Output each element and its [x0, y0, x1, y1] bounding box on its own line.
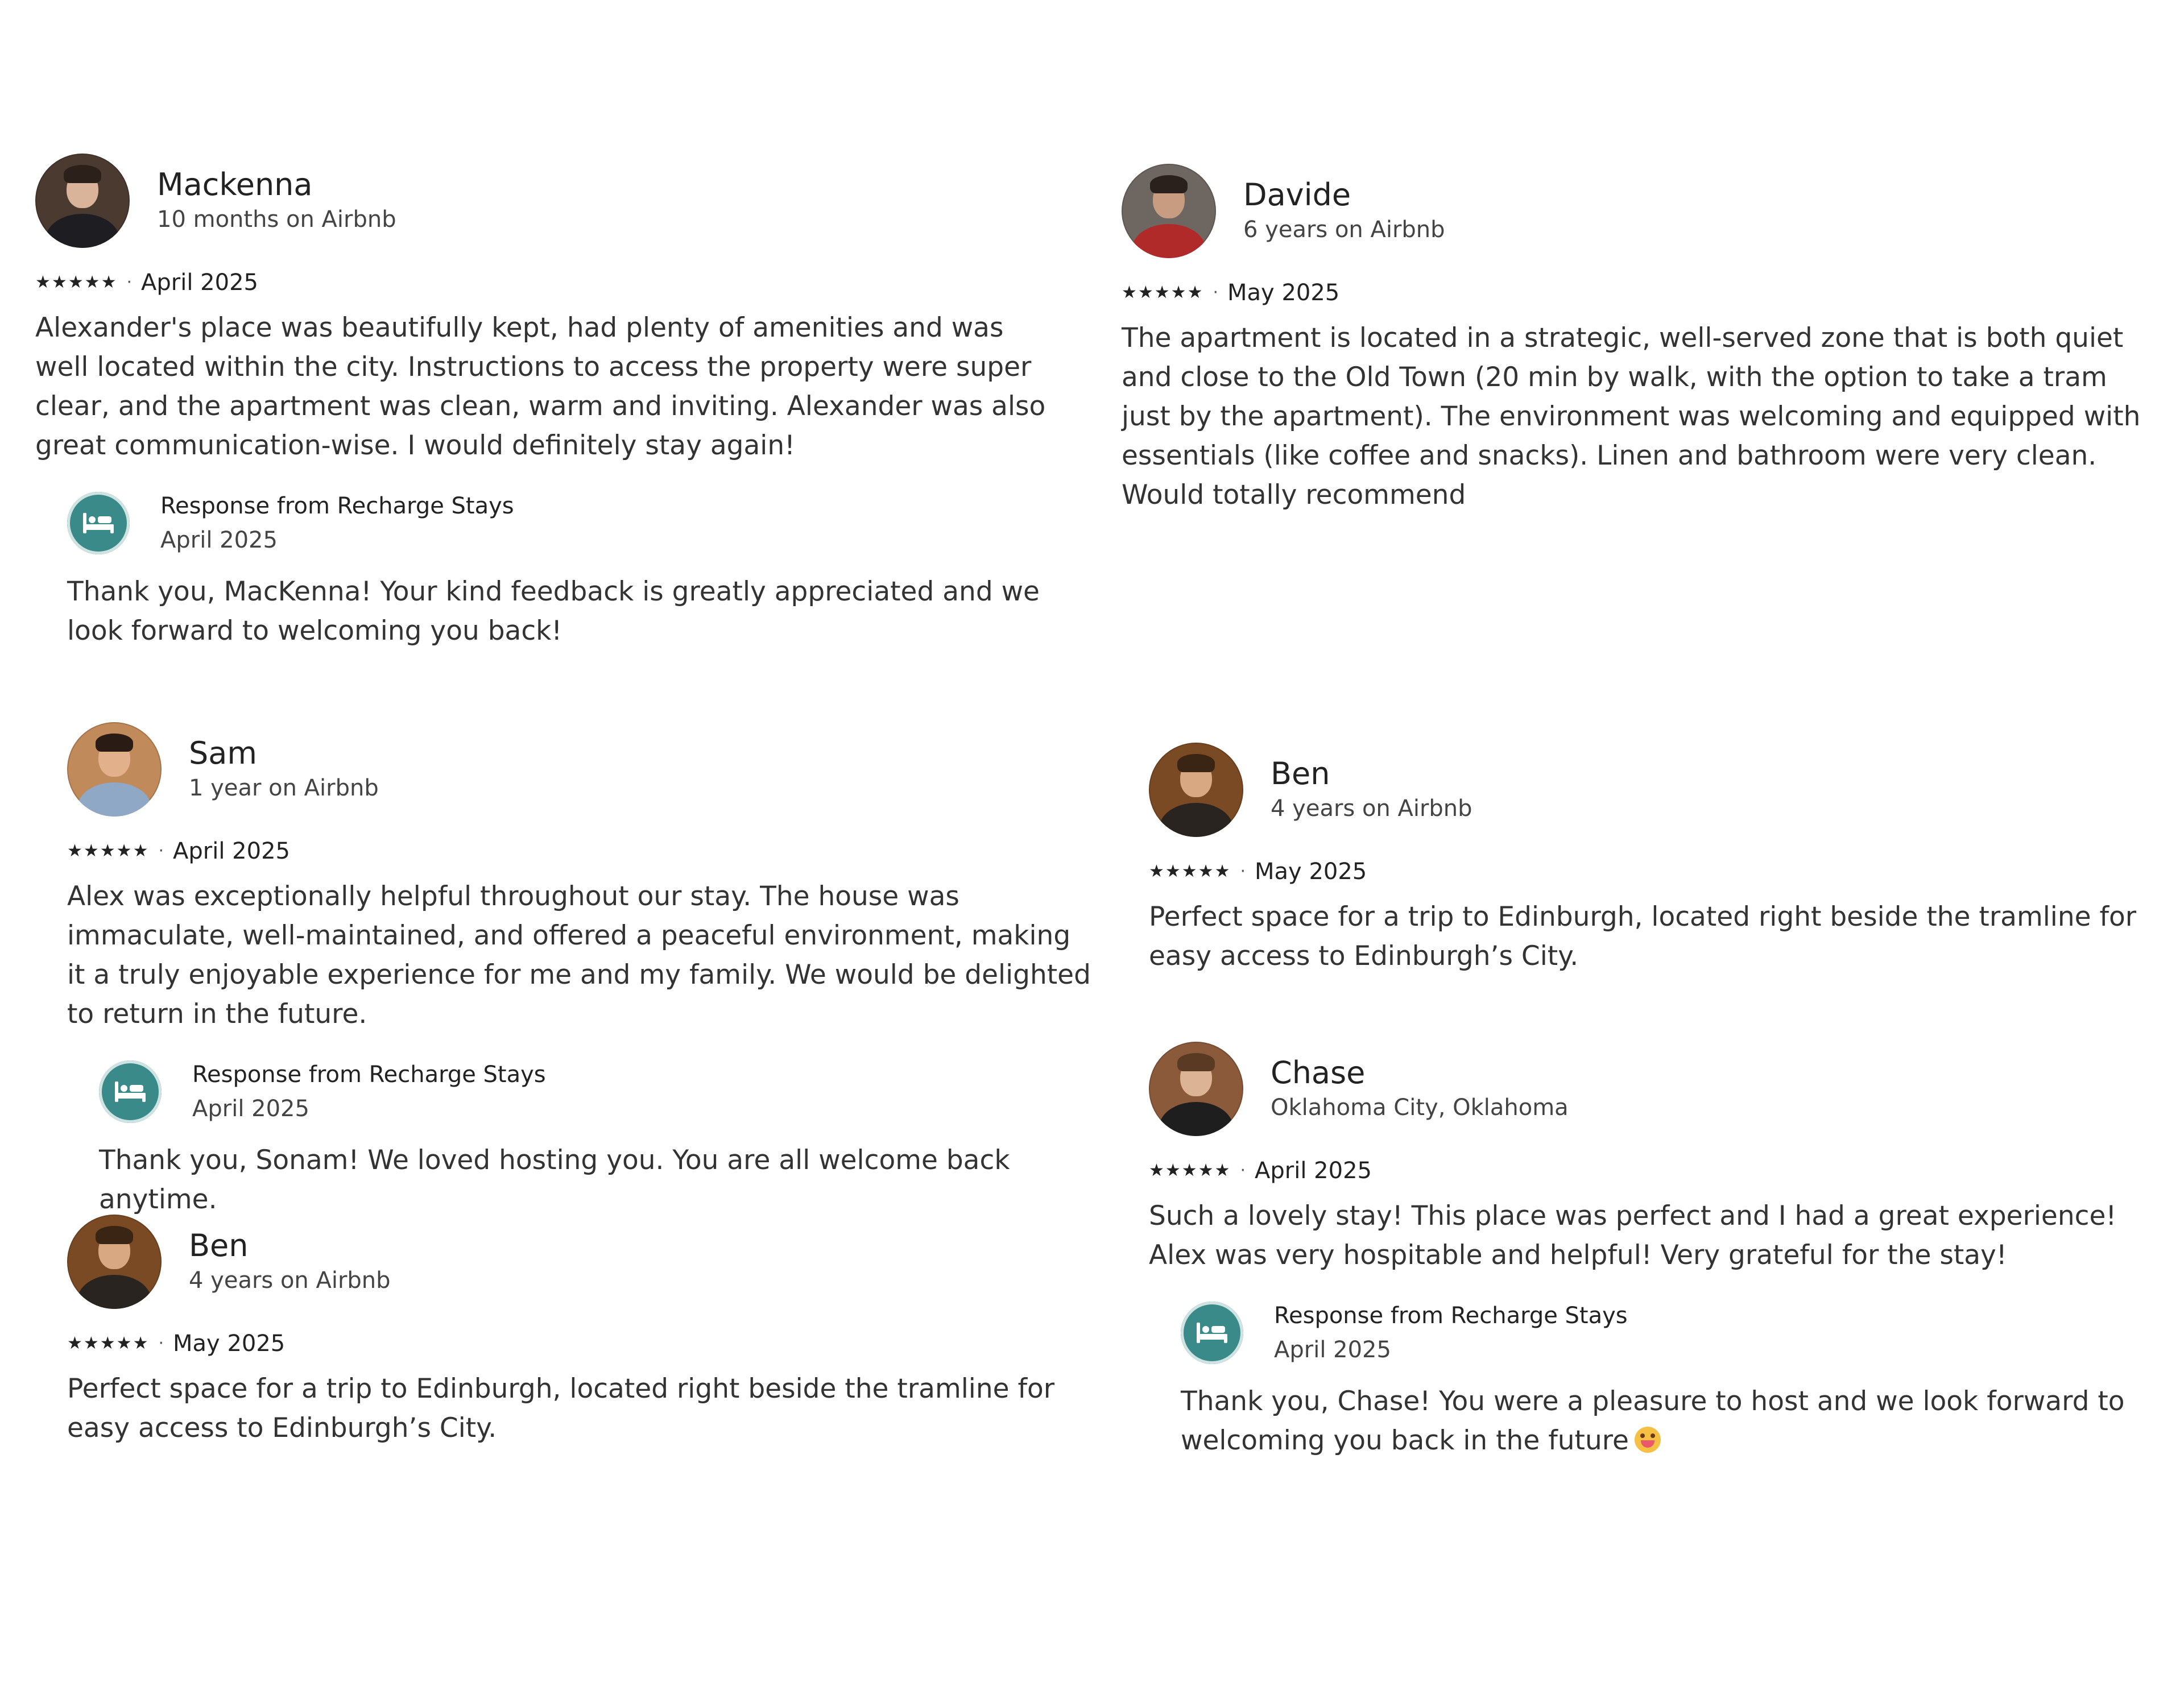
review-meta: ★★★★★ · May 2025 [67, 1328, 1091, 1359]
review-date: April 2025 [1255, 1158, 1372, 1184]
review-text: Alexander's place was beautifully kept, … [35, 312, 1046, 461]
review-text: Perfect space for a trip to Edinburgh, l… [67, 1373, 1055, 1444]
star-rating-icon: ★★★★★ [35, 272, 118, 292]
reviewer-tenure: 4 years on Airbnb [189, 1267, 391, 1294]
review-date: May 2025 [1227, 280, 1340, 306]
response-text: Thank you, Chase! You were a pleasure to… [1181, 1382, 2167, 1460]
review-date: May 2025 [1255, 859, 1367, 885]
response-from: Response from Recharge Stays [1274, 1303, 1628, 1329]
star-rating-icon: ★★★★★ [67, 841, 150, 861]
reviewer-name[interactable]: Ben [189, 1227, 391, 1265]
star-rating-icon: ★★★★★ [1122, 283, 1204, 302]
review-card-chase: Chase Oklahoma City, Oklahoma ★★★★★ · Ap… [1149, 1042, 2167, 1460]
review-text: Such a lovely stay! This place was perfe… [1149, 1200, 2117, 1271]
reviewer-tenure: 10 months on Airbnb [157, 206, 396, 233]
avatar[interactable] [35, 154, 130, 248]
reviewer-header: Mackenna 10 months on Airbnb [35, 154, 1059, 248]
reviewer-header: Sam 1 year on Airbnb [67, 722, 1091, 817]
response-date: April 2025 [160, 527, 278, 553]
review-card-mackenna: Mackenna 10 months on Airbnb ★★★★★ · Apr… [35, 154, 1059, 650]
review-date: April 2025 [173, 838, 290, 864]
response-text: Thank you, Sonam! We loved hosting you. … [99, 1145, 1010, 1215]
reviewer-name[interactable]: Ben [1271, 755, 1472, 793]
reviewer-name[interactable]: Chase [1271, 1054, 1569, 1092]
star-rating-icon: ★★★★★ [67, 1333, 150, 1353]
review-text: Alex was exceptionally helpful throughou… [67, 881, 1091, 1030]
avatar[interactable] [1122, 164, 1216, 258]
reviewer-header: Ben 4 years on Airbnb [1149, 743, 2161, 837]
reviewer-header: Chase Oklahoma City, Oklahoma [1149, 1042, 2167, 1136]
reviewer-header: Davide 6 years on Airbnb [1122, 164, 2151, 258]
response-from: Response from Recharge Stays [192, 1062, 546, 1088]
review-text: Perfect space for a trip to Edinburgh, l… [1149, 901, 2137, 972]
review-card-ben-2: Ben 4 years on Airbnb ★★★★★ · May 2025 P… [67, 1215, 1091, 1448]
bed-icon[interactable] [1181, 1302, 1243, 1364]
reviewer-name[interactable]: Mackenna [157, 166, 396, 204]
star-rating-icon: ★★★★★ [1149, 1161, 1231, 1180]
bed-icon[interactable] [99, 1060, 162, 1123]
reviewer-tenure: 4 years on Airbnb [1271, 795, 1472, 822]
review-meta: ★★★★★ · May 2025 [1149, 856, 2161, 887]
review-card-davide: Davide 6 years on Airbnb ★★★★★ · May 202… [1122, 164, 2151, 515]
bed-icon[interactable] [67, 492, 130, 554]
reviewer-name[interactable]: Sam [189, 735, 379, 772]
response-date: April 2025 [1274, 1337, 1391, 1363]
review-date: May 2025 [173, 1331, 286, 1357]
host-response: Response from Recharge Stays April 2025 … [1181, 1299, 2167, 1460]
avatar[interactable] [1149, 1042, 1243, 1136]
reviewer-tenure: 1 year on Airbnb [189, 775, 379, 801]
response-text: Thank you, MacKenna! Your kind feedback … [67, 576, 1040, 647]
grinning-face-icon [1634, 1427, 1661, 1453]
review-card-ben: Ben 4 years on Airbnb ★★★★★ · May 2025 P… [1149, 743, 2161, 976]
review-meta: ★★★★★ · April 2025 [67, 836, 1091, 867]
host-response: Response from Recharge Stays April 2025 … [99, 1058, 1091, 1219]
reviewer-header: Ben 4 years on Airbnb [67, 1215, 1091, 1309]
review-meta: ★★★★★ · May 2025 [1122, 277, 2151, 308]
response-date: April 2025 [192, 1096, 309, 1122]
review-text: The apartment is located in a strategic,… [1122, 322, 2141, 511]
reviewer-tenure: 6 years on Airbnb [1243, 217, 1445, 243]
review-meta: ★★★★★ · April 2025 [35, 267, 1059, 298]
reviewer-name[interactable]: Davide [1243, 176, 1445, 214]
avatar[interactable] [67, 1215, 162, 1309]
review-meta: ★★★★★ · April 2025 [1149, 1155, 2167, 1186]
avatar[interactable] [67, 722, 162, 817]
host-response: Response from Recharge Stays April 2025 … [67, 489, 1059, 650]
reviewer-location: Oklahoma City, Oklahoma [1271, 1095, 1569, 1121]
response-from: Response from Recharge Stays [160, 493, 514, 519]
avatar[interactable] [1149, 743, 1243, 837]
review-card-sam: Sam 1 year on Airbnb ★★★★★ · April 2025 … [67, 722, 1091, 1219]
star-rating-icon: ★★★★★ [1149, 861, 1231, 881]
review-date: April 2025 [141, 270, 258, 296]
